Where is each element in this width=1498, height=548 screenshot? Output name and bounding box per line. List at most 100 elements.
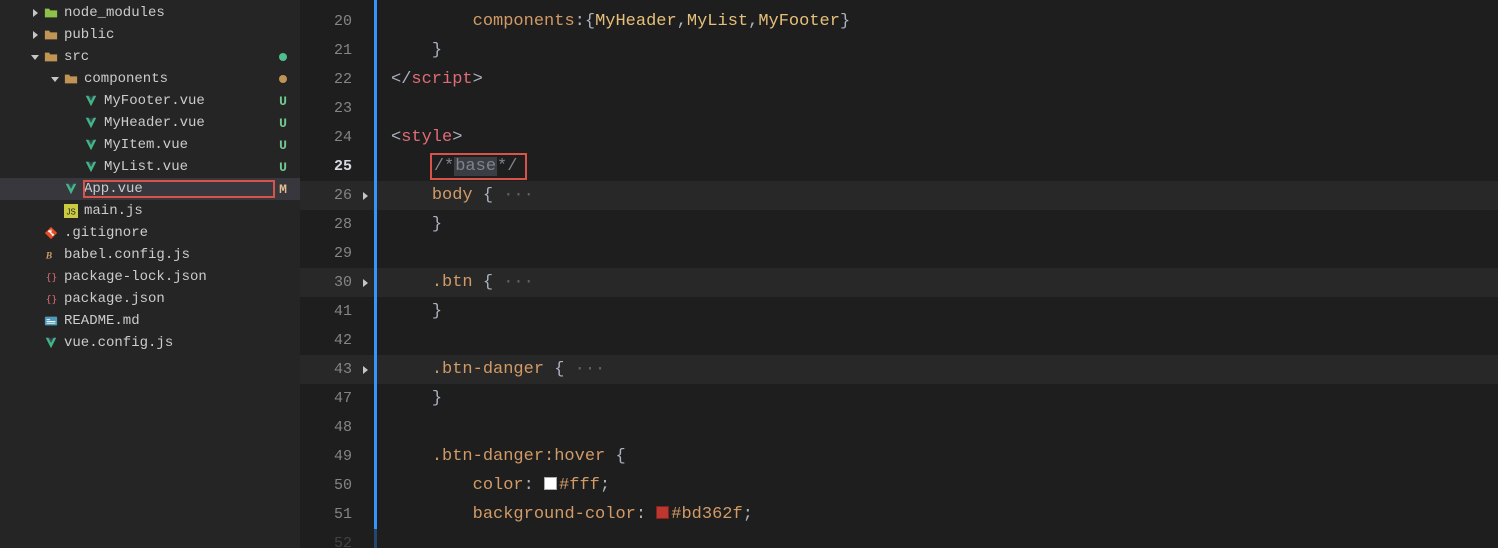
tree-item-label: public [64,27,274,43]
chevron-right-icon[interactable] [28,8,42,18]
code-line[interactable]: 26 body { ··· [300,181,1498,210]
code-line[interactable]: 23 [300,94,1498,123]
code-line[interactable]: 28 } [300,210,1498,239]
code-token: } [432,302,442,321]
code-token: color [473,476,524,495]
code-token: .btn-danger:hover [432,447,605,466]
code-token: { [473,273,504,292]
tree-item[interactable]: App.vueM [0,178,300,200]
code-content[interactable]: } [377,41,442,60]
code-content[interactable]: body { ··· [377,186,534,205]
gutter-change-bar [374,326,377,355]
line-number: 52 [300,535,358,548]
folder-green-icon [42,6,60,20]
code-line[interactable]: 21 } [300,36,1498,65]
code-area[interactable]: 19 name: 'App',20 components:{MyHeader,M… [300,0,1498,548]
tree-item-label: MyItem.vue [104,137,274,153]
chevron-down-icon[interactable] [48,74,62,84]
tree-item[interactable]: Bbabel.config.js [0,244,300,266]
code-token: { [473,186,504,205]
code-line[interactable]: 48 [300,413,1498,442]
chevron-down-icon[interactable] [28,52,42,62]
code-token: background-color [473,505,636,524]
code-token: : [636,505,656,524]
code-content[interactable]: name: 'App', [377,0,595,2]
tree-item[interactable]: MyFooter.vueU [0,90,300,112]
code-line[interactable]: 49 .btn-danger:hover { [300,442,1498,471]
svg-text:{}: {} [46,295,58,306]
code-content[interactable]: background-color: #bd362f; [377,505,753,524]
code-content[interactable]: } [377,215,442,234]
code-content[interactable]: color: #fff; [377,476,610,495]
tree-item[interactable]: MyList.vueU [0,156,300,178]
comment-word: base [454,157,497,176]
code-line[interactable]: 29 [300,239,1498,268]
line-number: 50 [300,477,358,494]
code-line[interactable]: 25 /*base*/ [300,152,1498,181]
code-content[interactable]: .btn-danger:hover { [377,447,626,466]
fold-chevron-icon[interactable] [358,365,372,375]
line-number: 42 [300,332,358,349]
tree-item[interactable]: {}package-lock.json [0,266,300,288]
code-line[interactable]: 30 .btn { ··· [300,268,1498,297]
code-content[interactable]: components:{MyHeader,MyList,MyFooter} [377,12,850,31]
code-content[interactable]: </script> [377,70,483,89]
tree-item[interactable]: vue.config.js [0,332,300,354]
code-line[interactable]: 41 } [300,297,1498,326]
line-number: 48 [300,419,358,436]
vcs-status-badge: M [274,182,292,197]
code-content[interactable]: } [377,389,442,408]
code-token: : [513,0,533,2]
code-content[interactable]: .btn { ··· [377,273,534,292]
chevron-right-icon[interactable] [28,30,42,40]
code-token: ··· [575,360,606,379]
fold-chevron-icon[interactable] [358,191,372,201]
babel-icon: B [42,248,60,262]
code-line[interactable]: 50 color: #fff; [300,471,1498,500]
line-number: 29 [300,245,358,262]
code-content[interactable]: .btn-danger { ··· [377,360,605,379]
code-token: } [840,12,850,31]
tree-item[interactable]: {}package.json [0,288,300,310]
tree-item[interactable]: node_modules [0,2,300,24]
tree-item[interactable]: MyHeader.vueU [0,112,300,134]
vcs-status-badge: U [274,138,292,153]
gutter-change-bar [374,239,377,268]
code-line[interactable]: 47 } [300,384,1498,413]
readme-icon [42,314,60,328]
code-content[interactable]: <style> [377,128,462,147]
tree-item[interactable]: MyItem.vueU [0,134,300,156]
tree-item[interactable]: JSmain.js [0,200,300,222]
tree-item[interactable]: .gitignore [0,222,300,244]
code-line[interactable]: 19 name: 'App', [300,0,1498,7]
code-line[interactable]: 22 </script> [300,65,1498,94]
tree-item[interactable]: README.md [0,310,300,332]
line-number: 22 [300,71,358,88]
file-explorer[interactable]: node_modulespublic srccomponentsMyFooter.… [0,0,300,548]
code-line[interactable]: 24<style> [300,123,1498,152]
code-line[interactable]: 51 background-color: #bd362f; [300,500,1498,529]
code-token: } [432,389,442,408]
gutter-change-bar [374,413,377,442]
tree-item-label: package-lock.json [64,269,274,285]
code-token: < [391,128,401,147]
tree-item[interactable]: src [0,46,300,68]
code-token: :{ [575,12,595,31]
git-icon [42,226,60,240]
line-number: 20 [300,13,358,30]
tree-item-label: .gitignore [64,225,274,241]
code-token: : [524,476,544,495]
code-line[interactable]: 20 components:{MyHeader,MyList,MyFooter} [300,7,1498,36]
fold-chevron-icon[interactable] [358,278,372,288]
tree-item[interactable]: public [0,24,300,46]
code-content[interactable]: /*base*/ [377,155,525,178]
code-line[interactable]: 52 [300,529,1498,548]
code-token: , [677,12,687,31]
vcs-status-badge: U [274,116,292,131]
code-line[interactable]: 42 [300,326,1498,355]
code-content[interactable]: } [377,302,442,321]
tree-item[interactable]: components [0,68,300,90]
code-token: 'App', [534,0,595,2]
tree-item-label: MyList.vue [104,159,274,175]
code-line[interactable]: 43 .btn-danger { ··· [300,355,1498,384]
